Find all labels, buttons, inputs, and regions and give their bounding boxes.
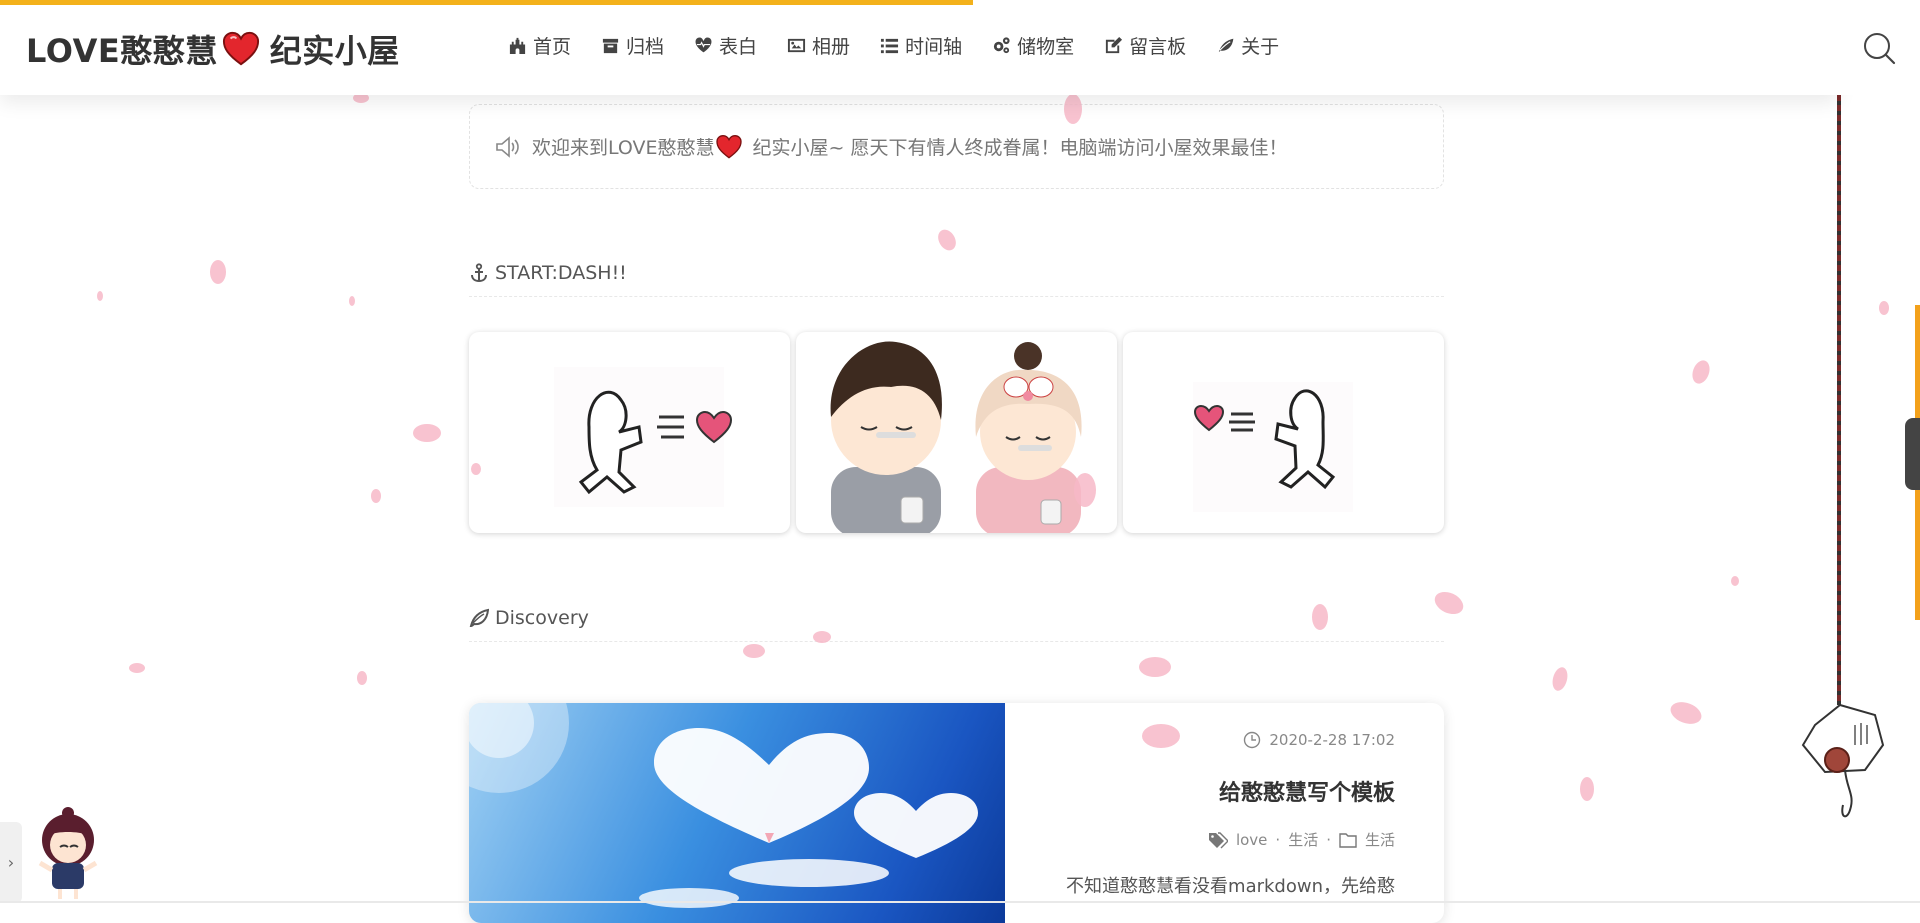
petal-decoration [1731, 576, 1739, 586]
site-header: LOVE憨憨慧 纪实小屋 首页 归档 表白 相册 时间轴 储物室 留言板 关于 [0, 0, 1838, 95]
post-tag[interactable]: love [1236, 831, 1267, 849]
heart-clouds-image [469, 703, 978, 908]
main-nav: 首页 归档 表白 相册 时间轴 储物室 留言板 关于 [508, 32, 1279, 59]
nav-item-confession[interactable]: 表白 [694, 32, 757, 59]
heart-icon [222, 31, 259, 66]
nav-label: 首页 [533, 36, 572, 58]
list-icon [881, 38, 899, 54]
post-cover-image[interactable] [469, 703, 1005, 923]
petal-decoration [1064, 94, 1082, 124]
tags-icon [1208, 831, 1228, 848]
section-title: START:DASH!! [495, 262, 627, 284]
petal-decoration [1434, 591, 1464, 615]
section-start-dash: START:DASH!! [469, 262, 1444, 297]
petal-decoration [1139, 657, 1171, 677]
nav-label: 留言板 [1129, 36, 1187, 58]
couple-brushing-teeth-image [830, 341, 1082, 533]
petal-decoration [349, 296, 355, 306]
feature-card[interactable] [1123, 332, 1444, 533]
notice-text-suffix: 纪实小屋~ 愿天下有情人终成眷属！电脑端访问小屋效果最佳！ [752, 137, 1288, 159]
petal-decoration [813, 631, 831, 643]
feature-card[interactable] [796, 332, 1117, 533]
chevron-right-icon: › [7, 853, 15, 872]
post-tag[interactable]: 生活 [1288, 829, 1318, 850]
music-player-tab[interactable] [1905, 418, 1920, 490]
nav-label: 储物室 [1017, 36, 1075, 58]
petal-decoration [371, 489, 381, 503]
doodle-throwing-heart-image [554, 367, 733, 507]
nav-item-guestbook[interactable]: 留言板 [1104, 32, 1186, 59]
post-meta: love · 生活 · 生活 [1045, 829, 1395, 850]
meta-separator: · [1275, 830, 1281, 849]
anchor-icon [471, 263, 487, 283]
nav-item-storage[interactable]: 储物室 [992, 32, 1074, 59]
petal-decoration [129, 663, 145, 673]
leaf-icon [469, 608, 489, 628]
post-date-text: 2020-2-28 17:02 [1269, 731, 1395, 749]
image-icon [787, 38, 806, 53]
feature-cards [469, 332, 1444, 533]
archive-icon [602, 38, 619, 54]
search-icon [1864, 32, 1896, 64]
doodle-catching-heart-image [1193, 382, 1353, 512]
nav-label: 时间轴 [905, 36, 963, 58]
heart-icon [715, 134, 742, 158]
post-info: 2020-2-28 17:02 给憨憨慧写个模板 love · 生活 · 生活 … [1005, 703, 1444, 923]
nav-item-home[interactable]: 首页 [508, 32, 571, 59]
nav-label: 相册 [812, 36, 851, 58]
nav-item-about[interactable]: 关于 [1216, 32, 1279, 59]
post-title[interactable]: 给憨憨慧写个模板 [1045, 775, 1395, 807]
site-title-suffix: 纪实小屋 [269, 32, 400, 70]
post-date: 2020-2-28 17:02 [1045, 731, 1395, 749]
clock-icon [1244, 731, 1261, 749]
speaker-icon [496, 135, 519, 158]
petal-decoration [1142, 724, 1180, 748]
post-category[interactable]: 生活 [1365, 829, 1395, 850]
nav-item-timeline[interactable]: 时间轴 [880, 32, 962, 59]
gears-icon [993, 37, 1010, 54]
petal-decoration [938, 229, 956, 251]
petal-decoration [743, 644, 765, 658]
meta-separator: · [1326, 830, 1331, 849]
leaf-icon [1217, 37, 1235, 54]
sidebar-expand-button[interactable]: › [0, 822, 22, 903]
nav-item-archive[interactable]: 归档 [601, 32, 664, 59]
notice-bar: 欢迎来到LOVE憨憨慧 纪实小屋~ 愿天下有情人终成眷属！电脑端访问小屋效果最佳… [469, 104, 1444, 189]
edit-icon [1105, 36, 1123, 54]
search-button[interactable] [1838, 0, 1920, 95]
heartbeat-icon [694, 36, 713, 54]
post-excerpt: 不知道憨憨慧看没看markdown，先给憨 [1066, 876, 1395, 897]
nav-label: 归档 [626, 36, 665, 58]
nav-item-album[interactable]: 相册 [787, 32, 850, 59]
petal-decoration [1312, 604, 1328, 630]
feature-card[interactable] [469, 332, 790, 533]
site-title[interactable]: LOVE憨憨慧 纪实小屋 [26, 26, 400, 72]
petal-decoration [1670, 702, 1702, 724]
petal-decoration [413, 424, 441, 442]
reading-progress-bar [0, 0, 974, 5]
petal-decoration [1580, 777, 1594, 801]
mascot-girl-icon[interactable] [32, 805, 104, 900]
back-to-top-cat-icon[interactable] [1795, 700, 1885, 830]
section-title: Discovery [495, 607, 589, 629]
petal-decoration [1552, 667, 1568, 691]
petal-decoration [357, 671, 367, 685]
petal-decoration [97, 291, 103, 301]
petal-decoration [1074, 473, 1096, 507]
folder-icon [1339, 832, 1357, 848]
castle-icon [509, 37, 526, 55]
section-discovery: Discovery [469, 607, 1444, 642]
post-card[interactable]: 2020-2-28 17:02 给憨憨慧写个模板 love · 生活 · 生活 … [469, 703, 1444, 923]
notice-text-prefix: 欢迎来到LOVE憨憨慧 [532, 137, 715, 159]
hanging-rope [1837, 95, 1841, 705]
petal-decoration [1692, 360, 1710, 384]
petal-decoration [1879, 301, 1889, 315]
petal-decoration [471, 463, 481, 475]
nav-label: 表白 [719, 36, 758, 58]
site-title-text: LOVE憨憨慧 [26, 32, 218, 70]
nav-label: 关于 [1241, 36, 1280, 58]
petal-decoration [210, 260, 226, 284]
